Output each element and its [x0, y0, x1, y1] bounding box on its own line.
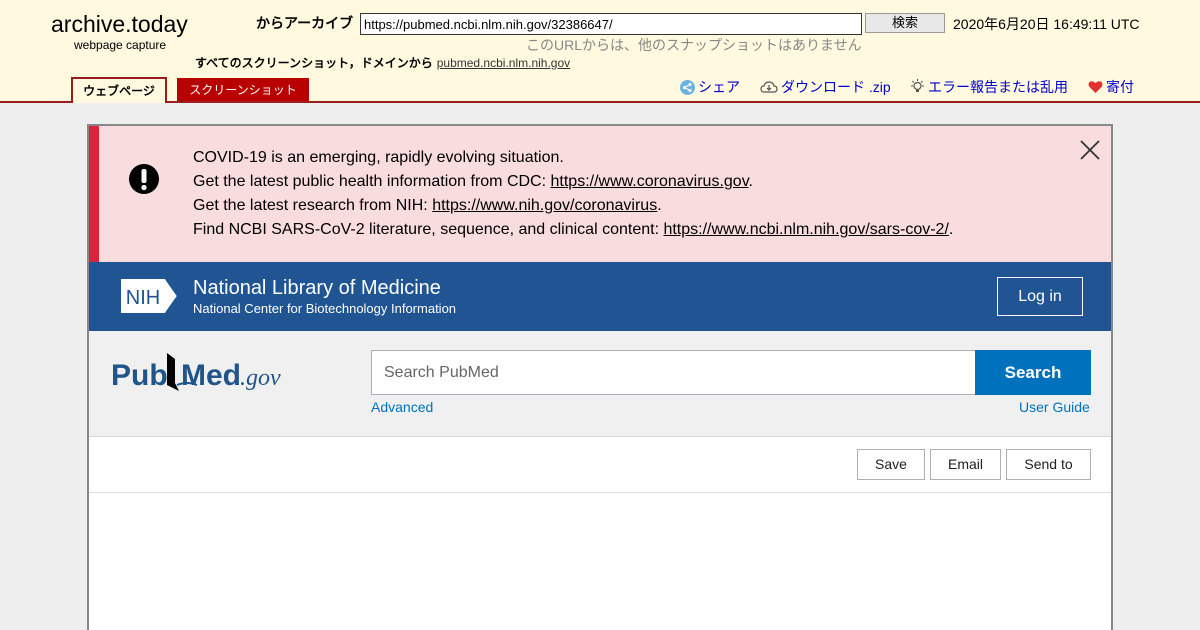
- heart-icon: [1088, 80, 1103, 94]
- share-label: シェア: [698, 79, 740, 95]
- exclamation-icon: [128, 163, 160, 200]
- donate-link[interactable]: 寄付: [1088, 77, 1134, 97]
- all-screenshots-domain: すべてのスクリーンショット，ドメインから pubmed.ncbi.nlm.nih.…: [195, 54, 570, 71]
- nih-header: NIH National Library of Medicine Nationa…: [89, 262, 1111, 331]
- login-button[interactable]: Log in: [997, 277, 1083, 316]
- send-to-button[interactable]: Send to: [1006, 449, 1091, 480]
- archive-logo[interactable]: archive.today: [51, 11, 188, 38]
- nih-coronavirus-link[interactable]: https://www.nih.gov/coronavirus: [432, 197, 657, 214]
- cloud-download-icon: [760, 80, 778, 94]
- covid-line-1: COVID-19 is an emerging, rapidly evolvin…: [193, 149, 564, 166]
- archive-from-label: からアーカイブ: [256, 15, 354, 31]
- close-icon[interactable]: [1079, 139, 1101, 166]
- nih-logo-text: NIH: [126, 287, 160, 309]
- pubmed-search-button[interactable]: Search: [975, 350, 1091, 395]
- archive-header: archive.today webpage capture からアーカイブ 検索…: [0, 0, 1200, 103]
- download-label: ダウンロード .zip: [781, 79, 891, 95]
- pubmed-logo-gov: .gov: [240, 365, 281, 391]
- covid-line-3: Get the latest research from NIH: https:…: [193, 194, 953, 218]
- archive-date: 2020年6月20日 16:49:11 UTC: [953, 16, 1140, 32]
- archive-subtitle: webpage capture: [74, 38, 167, 52]
- covid-line-3-text: Get the latest research from NIH:: [193, 197, 433, 214]
- covid-line-3-period: .: [657, 197, 662, 214]
- covid-line-2-period: .: [748, 173, 753, 190]
- cdc-link[interactable]: https://www.coronavirus.gov: [551, 173, 749, 190]
- covid-line-4-text: Find NCBI SARS-CoV-2 literature, sequenc…: [193, 221, 664, 238]
- advanced-search-link[interactable]: Advanced: [371, 399, 433, 415]
- covid-line-2: Get the latest public health information…: [193, 170, 953, 194]
- donate-label: 寄付: [1106, 79, 1134, 95]
- user-guide-link[interactable]: User Guide: [1019, 399, 1090, 415]
- pubmed-logo[interactable]: Pub Med .gov: [109, 345, 294, 404]
- ncbi-subtitle: National Center for Biotechnology Inform…: [193, 301, 457, 316]
- bulb-icon: [910, 79, 925, 95]
- domain-link[interactable]: pubmed.ncbi.nlm.nih.gov: [437, 56, 570, 70]
- pubmed-search-area: Pub Med .gov Search Advanced User Guide: [89, 331, 1111, 437]
- ncbi-sars-link[interactable]: https://www.ncbi.nlm.nih.gov/sars-cov-2/: [663, 221, 948, 238]
- all-domain-prefix: すべてのスクリーンショット，ドメインから: [195, 56, 433, 70]
- archive-search-button[interactable]: 検索: [865, 13, 945, 33]
- pubmed-search-input[interactable]: [371, 350, 976, 395]
- pubmed-logo-pub: Pub: [111, 359, 168, 392]
- covid-message: COVID-19 is an emerging, rapidly evolvin…: [193, 146, 953, 242]
- report-link[interactable]: エラー報告または乱用: [910, 77, 1068, 97]
- nlm-title[interactable]: National Library of Medicine: [193, 277, 441, 300]
- tab-webpage[interactable]: ウェブページ: [71, 77, 167, 103]
- email-button[interactable]: Email: [930, 449, 1001, 480]
- pubmed-logo-med: Med: [181, 359, 241, 392]
- nih-logo[interactable]: NIH: [119, 277, 180, 320]
- covid-banner: COVID-19 is an emerging, rapidly evolvin…: [89, 126, 1111, 262]
- covid-line-2-text: Get the latest public health information…: [193, 173, 551, 190]
- save-button[interactable]: Save: [857, 449, 925, 480]
- report-label: エラー報告または乱用: [928, 79, 1068, 95]
- archived-page-frame: COVID-19 is an emerging, rapidly evolvin…: [87, 124, 1113, 630]
- tab-screenshot[interactable]: スクリーンショット: [177, 78, 309, 101]
- share-icon: [680, 79, 695, 95]
- share-link[interactable]: シェア: [680, 77, 740, 97]
- no-snapshots-text: このURLからは、他のスナップショットはありません: [526, 37, 862, 53]
- covid-line-4: Find NCBI SARS-CoV-2 literature, sequenc…: [193, 218, 953, 242]
- archive-url-input[interactable]: [360, 13, 862, 35]
- action-bar: Save Email Send to: [89, 437, 1111, 493]
- covid-line-4-period: .: [948, 221, 954, 238]
- download-link[interactable]: ダウンロード .zip: [760, 77, 891, 97]
